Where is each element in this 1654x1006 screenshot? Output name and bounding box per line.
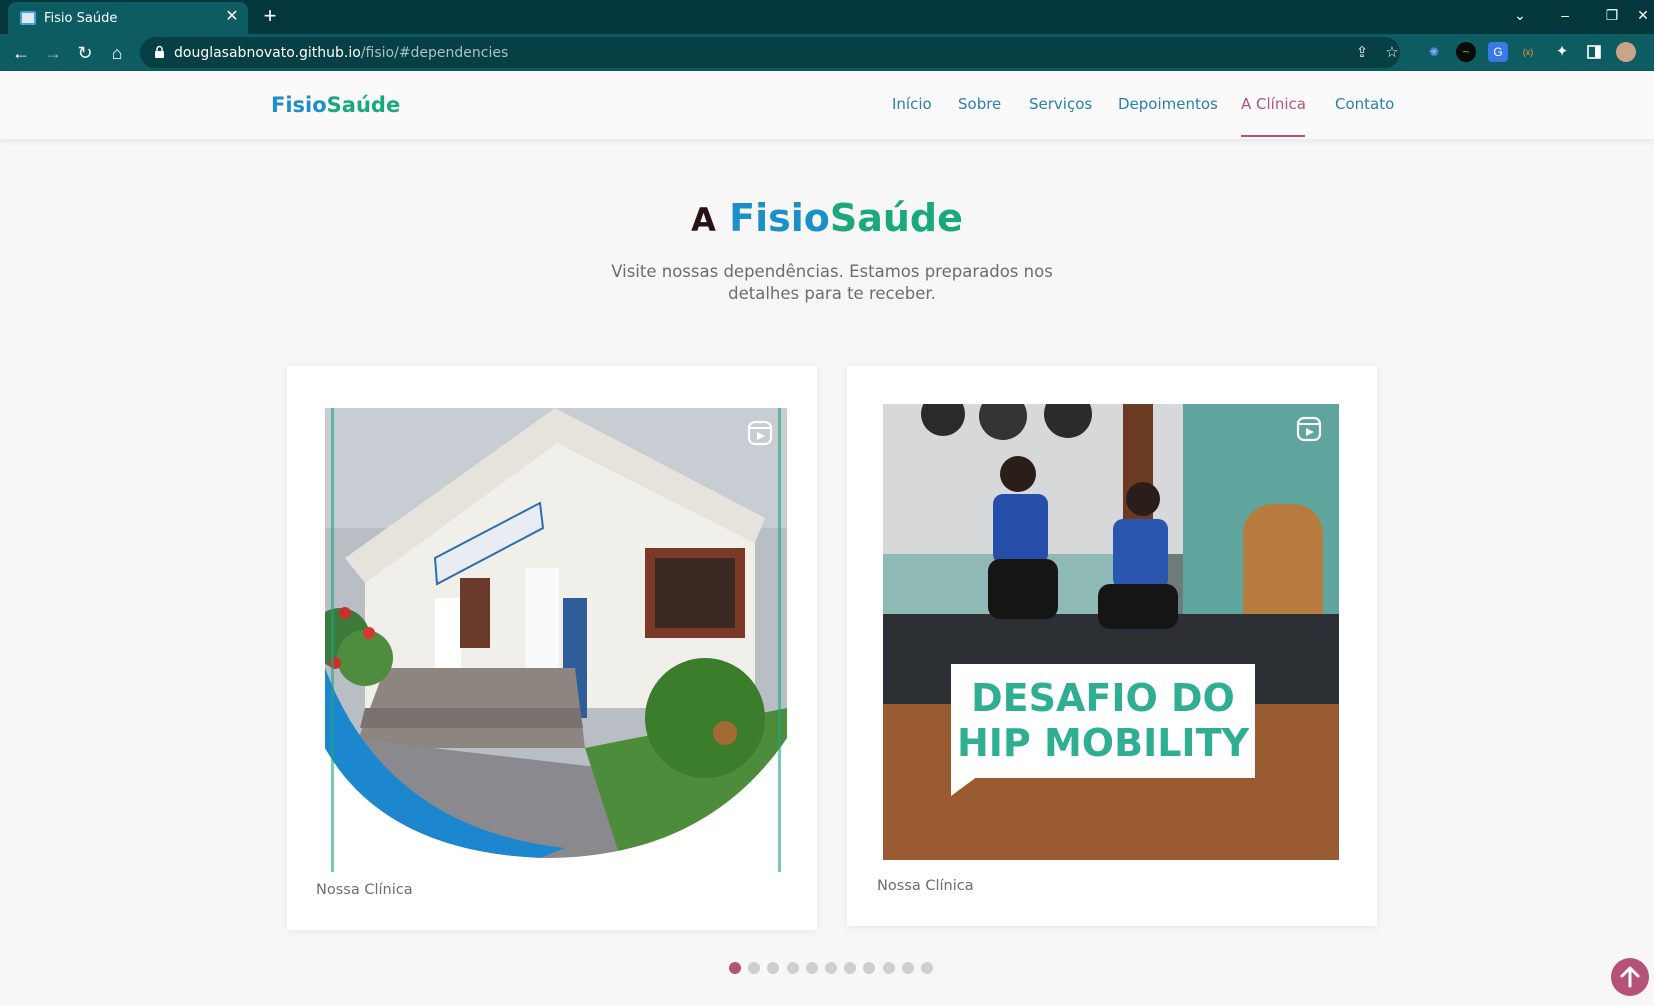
nav-depoimentos[interactable]: Depoimentos [1118, 95, 1218, 113]
site-logo[interactable]: FisioSaúde [271, 93, 400, 117]
overlay-line-2: HIP MOBILITY [957, 721, 1250, 765]
tab-favicon-icon [20, 11, 36, 25]
carousel-dot[interactable] [844, 962, 857, 974]
reels-icon [747, 420, 773, 446]
overlay-line-1: DESAFIO DO [971, 676, 1235, 720]
extension-monitor-icon[interactable]: ~ [1456, 42, 1476, 62]
forward-icon[interactable]: → [40, 40, 66, 66]
tab-search-icon[interactable]: ⌄ [1505, 4, 1535, 28]
exercise-image: DESAFIO DO HIP MOBILITY [883, 404, 1339, 860]
browser-toolbar: ← → ↻ ⌂ douglasabnovato.github.io/fisio/… [0, 34, 1654, 71]
address-bar[interactable]: douglasabnovato.github.io/fisio/#depende… [140, 37, 1400, 68]
close-window-icon[interactable]: ✕ [1628, 4, 1654, 28]
card-caption: Nossa Clínica [877, 878, 974, 894]
url-path: /fisio/#dependencies [360, 45, 509, 61]
active-nav-indicator [1241, 135, 1305, 137]
tab-title: Fisio Saúde [44, 11, 118, 26]
extension-x-icon[interactable]: (x) [1518, 42, 1538, 62]
clinic-card-2[interactable]: DESAFIO DO HIP MOBILITY Nossa Clínica [847, 366, 1377, 926]
clinic-card-1[interactable]: Nossa Clínica [287, 366, 817, 930]
carousel-dot[interactable] [748, 962, 761, 974]
close-tab-icon[interactable]: ✕ [222, 7, 242, 27]
nav-servicos[interactable]: Serviços [1029, 95, 1092, 113]
site-header: FisioSaúde Início Sobre Serviços Depoime… [0, 71, 1654, 139]
browser-tab-strip: Fisio Saúde ✕ + ⌄ – ❐ ✕ [0, 0, 1654, 34]
profile-avatar[interactable] [1616, 42, 1636, 62]
card-caption: Nossa Clínica [316, 882, 413, 898]
arrow-up-icon [1620, 966, 1640, 988]
carousel-dot[interactable] [786, 962, 799, 974]
extensions-icon[interactable]: ✦ [1552, 42, 1572, 62]
clinic-photo[interactable] [325, 408, 787, 872]
carousel-dot[interactable] [825, 962, 837, 974]
carousel-dot[interactable] [729, 962, 741, 974]
sidebar-icon[interactable] [1584, 42, 1604, 62]
url-text: douglasabnovato.github.io/fisio/#depende… [174, 45, 509, 61]
scroll-to-top-button[interactable] [1611, 958, 1649, 996]
section-title: A FisioSaúde [691, 196, 963, 240]
nav-inicio[interactable]: Início [892, 95, 932, 113]
star-icon[interactable]: ☆ [1382, 43, 1402, 63]
extension-gear-icon[interactable]: ✺ [1424, 42, 1444, 62]
reels-icon [1296, 416, 1322, 442]
carousel-dot[interactable] [805, 962, 818, 974]
lock-icon [155, 45, 164, 58]
share-icon[interactable]: ⇪ [1352, 43, 1372, 63]
nav-contato[interactable]: Contato [1335, 95, 1394, 113]
carousel-dot[interactable] [921, 962, 933, 974]
new-tab-icon[interactable]: + [258, 5, 282, 28]
translate-icon[interactable]: G [1488, 42, 1508, 62]
section-subtitle: Visite nossas dependências. Estamos prep… [611, 262, 1053, 303]
carousel-dot[interactable] [863, 962, 876, 974]
restore-icon[interactable]: ❐ [1597, 4, 1627, 28]
nav-sobre[interactable]: Sobre [958, 95, 1001, 113]
browser-tab[interactable]: Fisio Saúde ✕ [8, 2, 248, 34]
hip-mobility-photo[interactable]: DESAFIO DO HIP MOBILITY [883, 404, 1339, 860]
home-icon[interactable]: ⌂ [104, 40, 130, 66]
back-icon[interactable]: ← [8, 40, 34, 66]
clinic-building-image [325, 408, 787, 872]
carousel-dot[interactable] [882, 962, 895, 974]
nav-a-clinica[interactable]: A Clínica [1241, 95, 1306, 113]
carousel-dot[interactable] [767, 962, 780, 974]
reload-icon[interactable]: ↻ [72, 40, 98, 66]
minimize-icon[interactable]: – [1550, 4, 1580, 28]
carousel-dot[interactable] [901, 962, 914, 974]
